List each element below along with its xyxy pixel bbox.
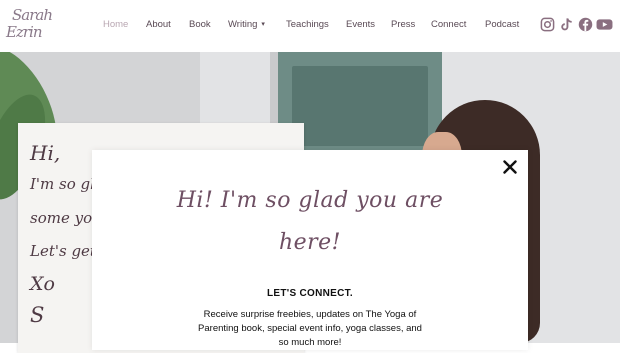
- door-panel: [292, 66, 428, 146]
- note-line: Hi,: [30, 141, 61, 165]
- site-logo[interactable]: Sarah Ezrin: [6, 6, 60, 46]
- nav-writing-label: Writing: [228, 19, 258, 30]
- close-icon[interactable]: [502, 159, 518, 175]
- note-line: S: [30, 303, 45, 327]
- popup-headline: Hi! I'm so glad you are here!: [92, 180, 528, 264]
- popup-cta-heading: LET'S CONNECT.: [266, 288, 354, 299]
- chevron-down-icon: ▾: [261, 21, 265, 28]
- popup-description: Receive surprise freebies, updates on Th…: [198, 309, 422, 348]
- logo-line-1: Sarah: [12, 6, 53, 24]
- nav-writing[interactable]: Writing ▾: [228, 19, 265, 30]
- popup-headline-line-1: Hi! I'm so glad you are: [176, 188, 444, 213]
- logo-line-2: Ezrin: [6, 23, 42, 41]
- nav-book[interactable]: Book: [189, 19, 211, 30]
- facebook-icon[interactable]: [578, 17, 594, 33]
- nav-about[interactable]: About: [146, 19, 171, 30]
- nav-press[interactable]: Press: [391, 19, 415, 30]
- youtube-icon[interactable]: [596, 17, 614, 33]
- nav-teachings[interactable]: Teachings: [286, 19, 329, 30]
- signup-popup: Hi! I'm so glad you are here! LET'S CONN…: [92, 150, 528, 350]
- tiktok-icon[interactable]: [559, 17, 575, 33]
- nav-podcast[interactable]: Podcast: [485, 19, 519, 30]
- note-line: Xo: [30, 273, 55, 295]
- popup-headline-line-2: here!: [278, 230, 342, 255]
- nav-events[interactable]: Events: [346, 19, 375, 30]
- instagram-icon[interactable]: [540, 17, 556, 33]
- nav-home[interactable]: Home: [103, 19, 128, 30]
- nav-connect[interactable]: Connect: [431, 19, 466, 30]
- site-header: Sarah Ezrin Home About Book Writing ▾ Tea…: [0, 0, 620, 52]
